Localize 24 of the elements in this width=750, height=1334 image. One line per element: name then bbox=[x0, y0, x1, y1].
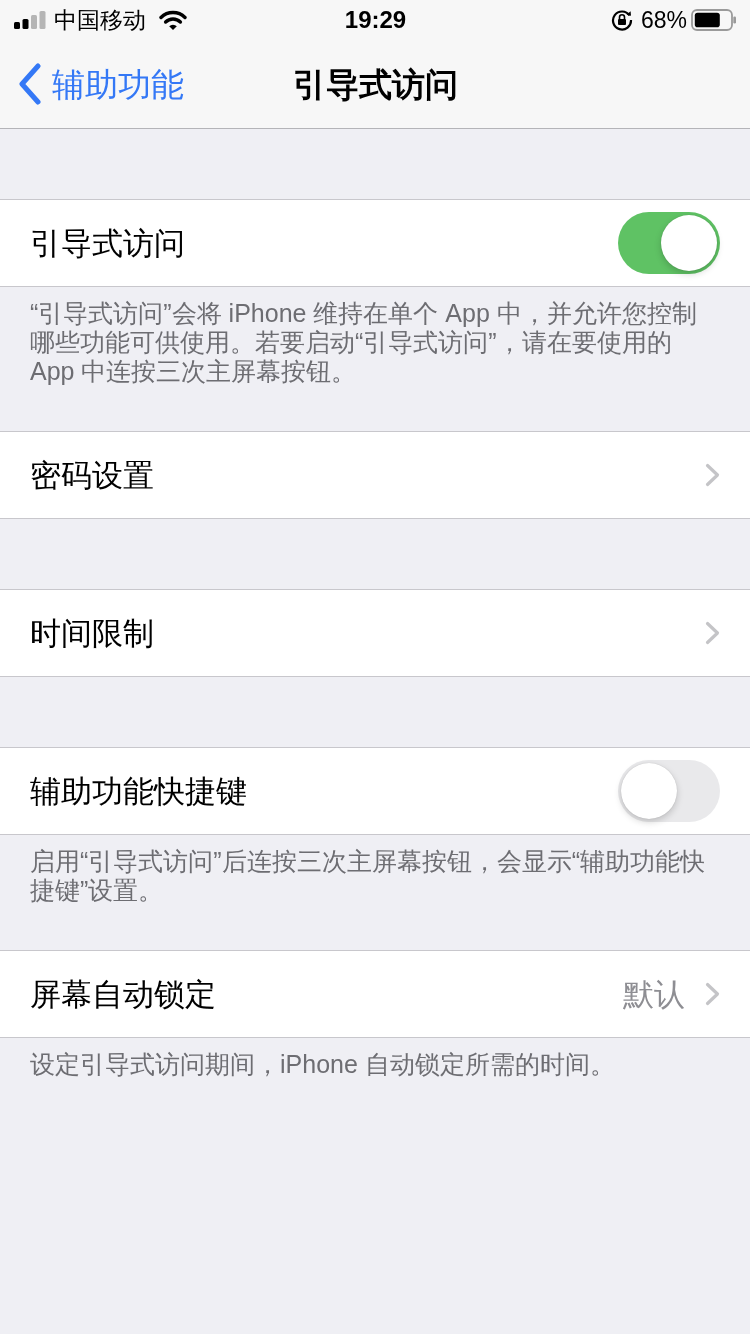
row-value: 默认 bbox=[623, 978, 685, 1010]
status-time: 19:29 bbox=[344, 8, 407, 32]
chevron-icon bbox=[705, 463, 720, 487]
toggle-switch[interactable] bbox=[618, 212, 720, 274]
battery-icon bbox=[691, 9, 737, 31]
footer-note: 设定引导式访问期间，iPhone 自动锁定所需的时间。 bbox=[29, 1049, 616, 1080]
chevron-icon bbox=[705, 982, 720, 1006]
battery-percentage: 68% bbox=[640, 8, 687, 32]
carrier-name: 中国移动 bbox=[54, 8, 146, 32]
settings-row[interactable]: 密码设置 bbox=[0, 431, 750, 519]
footer-note: “引导式访问”会将 iPhone 维持在单个 App 中，并允许您控制哪些功能可供使用。若要启动“引导式访问”，请在要使用的 App 中连按三次主屏幕按钮。 bbox=[29, 298, 698, 387]
chevron-icon bbox=[705, 621, 720, 645]
row-label: 引导式访问 bbox=[30, 227, 185, 259]
toggle-switch[interactable] bbox=[618, 760, 720, 822]
page-title: 引导式访问 bbox=[292, 67, 458, 101]
signal-icon bbox=[14, 11, 46, 29]
back-button[interactable]: 辅助功能 bbox=[0, 63, 184, 105]
settings-row[interactable]: 时间限制 bbox=[0, 589, 750, 677]
wifi-icon bbox=[159, 10, 187, 30]
rotation-lock-icon bbox=[610, 9, 633, 31]
back-chevron-icon bbox=[18, 63, 42, 105]
row-label: 辅助功能快捷键 bbox=[30, 775, 247, 807]
footer-note: 启用“引导式访问”后连按三次主屏幕按钮，会显示“辅助功能快捷键”设置。 bbox=[29, 846, 706, 906]
settings-row[interactable]: 屏幕自动锁定 默认 bbox=[0, 950, 750, 1038]
